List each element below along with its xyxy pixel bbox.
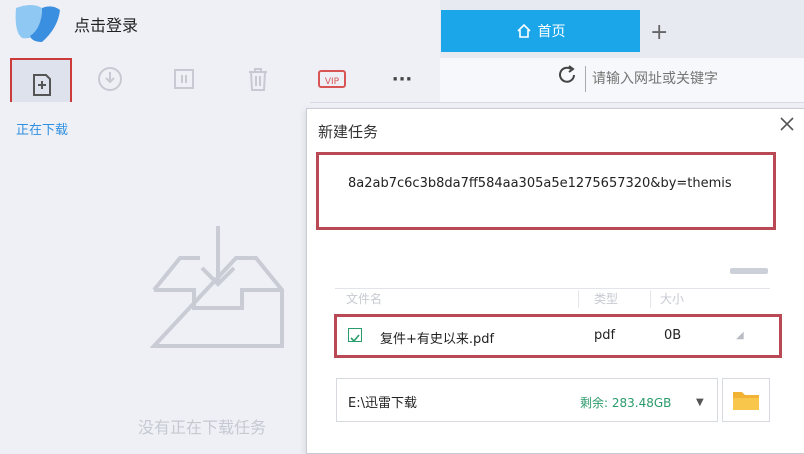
- free-space-label: 剩余: 283.48GB: [580, 396, 672, 410]
- vip-button[interactable]: VIP: [310, 58, 354, 100]
- check-icon: [350, 334, 360, 343]
- trash-icon: [249, 68, 267, 91]
- more-button[interactable]: ···: [380, 58, 424, 100]
- svg-text:VIP: VIP: [325, 77, 340, 87]
- column-divider: [578, 290, 579, 308]
- textarea-resize-handle[interactable]: [730, 268, 768, 274]
- refresh-icon[interactable]: [556, 64, 578, 86]
- column-size: 大小: [660, 292, 685, 306]
- save-path-value: E:\迅雷下载: [348, 396, 417, 411]
- vip-icon: VIP: [318, 70, 346, 88]
- pause-button[interactable]: [162, 58, 206, 100]
- delete-button[interactable]: [236, 58, 280, 100]
- row-grip-icon: ◢: [736, 330, 744, 341]
- link-input-box[interactable]: [316, 152, 776, 230]
- column-type: 类型: [594, 292, 619, 306]
- folder-icon: [733, 392, 759, 410]
- close-icon[interactable]: [776, 113, 798, 135]
- file-type: pdf: [594, 328, 616, 343]
- new-tab-button[interactable]: +: [650, 20, 668, 45]
- column-divider: [650, 290, 651, 308]
- url-input[interactable]: [585, 66, 804, 92]
- start-button[interactable]: [88, 58, 132, 100]
- dialog-title: 新建任务: [318, 123, 379, 141]
- link-input[interactable]: 8a2ab7c6c3b8da7ff584aa305a5e1275657320&b…: [348, 176, 732, 191]
- file-checkbox[interactable]: [348, 328, 362, 343]
- empty-message: 没有正在下载任务: [138, 418, 267, 437]
- file-name: 复件+有史以来.pdf: [380, 332, 495, 347]
- chevron-down-icon[interactable]: ▼: [696, 397, 704, 408]
- column-filename: 文件名: [346, 292, 383, 306]
- tab-home[interactable]: 首页: [441, 10, 640, 52]
- empty-tray-icon: [150, 226, 284, 348]
- add-icon: [33, 74, 51, 96]
- download-icon: [98, 67, 122, 91]
- login-link[interactable]: 点击登录: [74, 12, 138, 36]
- tab-downloading[interactable]: 正在下载: [16, 119, 68, 138]
- tab-home-label: 首页: [537, 24, 566, 40]
- toolbar: VIP ···: [0, 58, 440, 112]
- browse-folder-button[interactable]: [722, 378, 770, 422]
- pause-icon: [174, 69, 194, 89]
- file-size: 0B: [664, 328, 682, 343]
- app-logo-icon: [15, 5, 60, 42]
- home-icon: [516, 23, 531, 38]
